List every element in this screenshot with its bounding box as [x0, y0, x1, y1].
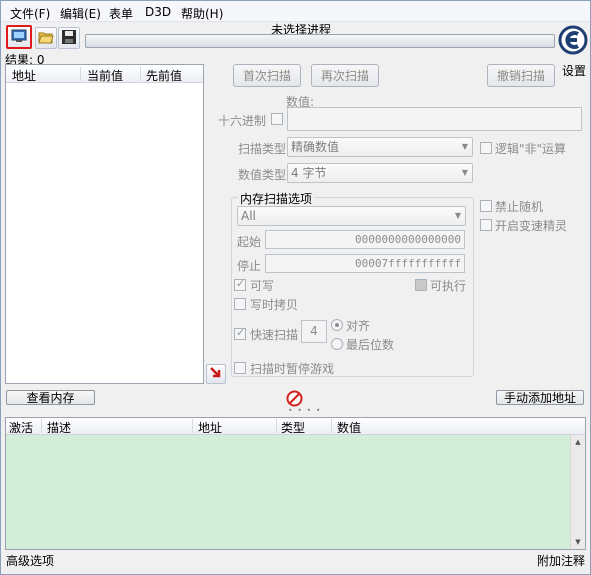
value-type-select[interactable]: 4 字节 ▼	[287, 163, 473, 183]
scan-value-input[interactable]	[287, 107, 582, 131]
settings-label[interactable]: 设置	[562, 62, 586, 79]
memory-region-value: All	[241, 209, 256, 223]
align-radio[interactable]	[331, 319, 343, 331]
next-scan-button[interactable]: 再次扫描	[311, 64, 379, 87]
memory-view-button[interactable]: 查看内存	[6, 390, 95, 405]
memory-scan-options-title: 内存扫描选项	[238, 190, 315, 207]
menu-file[interactable]: 文件(F)	[10, 5, 50, 22]
cheat-table[interactable]: 激活 描述 地址 类型 数值 ▲ ▼	[5, 417, 586, 550]
column-current-value[interactable]: 当前值	[87, 67, 123, 84]
menu-help[interactable]: 帮助(H)	[181, 5, 223, 22]
computer-icon	[11, 28, 27, 47]
not-logic-label: 逻辑"非"运算	[495, 142, 567, 156]
scroll-down-icon[interactable]: ▼	[571, 535, 585, 549]
save-button[interactable]	[58, 27, 80, 49]
floppy-disk-icon	[61, 29, 77, 48]
menu-table[interactable]: 表单	[109, 5, 133, 22]
menu-bar: 文件(F) 编辑(E) 表单 D3D 帮助(H)	[1, 1, 590, 22]
open-file-button[interactable]	[35, 27, 57, 49]
red-arrow-down-right-icon	[209, 366, 223, 383]
memory-region-select[interactable]: All ▼	[237, 206, 466, 226]
column-cheat-address[interactable]: 地址	[198, 419, 222, 436]
copy-on-write-checkbox[interactable]	[234, 298, 246, 310]
pause-game-label: 扫描时暂停游戏	[250, 362, 335, 376]
chevron-down-icon: ▼	[461, 168, 468, 177]
progress-bar	[85, 34, 555, 48]
advanced-options-link[interactable]: 高级选项	[6, 552, 54, 569]
executable-label: 可执行	[430, 279, 467, 293]
menu-d3d[interactable]: D3D	[145, 5, 171, 19]
disable-random-checkbox[interactable]	[480, 200, 492, 212]
scroll-up-icon[interactable]: ▲	[571, 435, 585, 449]
folder-open-icon	[38, 29, 54, 48]
align-label: 对齐	[346, 319, 371, 333]
speedhack-label: 开启变速精灵	[495, 219, 568, 233]
scan-type-value: 精确数值	[291, 140, 340, 154]
hex-checkbox[interactable]	[271, 113, 283, 125]
stop-address-label: 停止	[237, 259, 262, 273]
scan-type-label: 扫描类型	[238, 142, 287, 156]
table-extras-link[interactable]: 附加注释	[537, 552, 585, 569]
scan-type-select[interactable]: 精确数值 ▼	[287, 137, 473, 157]
column-value[interactable]: 数值	[337, 419, 361, 436]
not-logic-checkbox[interactable]	[480, 142, 492, 154]
cheat-table-header: 激活 描述 地址 类型 数值	[6, 418, 585, 435]
cheat-engine-logo[interactable]	[558, 25, 588, 55]
writable-label: 可写	[250, 279, 275, 293]
start-address-input[interactable]: 0000000000000000	[265, 230, 465, 249]
last-digits-radio[interactable]	[331, 338, 343, 350]
add-address-manually-button[interactable]: 手动添加地址	[496, 390, 584, 405]
value-type-label: 数值类型	[238, 168, 287, 182]
stop-address-input[interactable]: 00007fffffffffff	[265, 254, 465, 273]
value-type-value: 4 字节	[291, 166, 327, 180]
fast-scan-label: 快速扫描	[250, 328, 299, 342]
chevron-down-icon: ▼	[461, 142, 468, 151]
chevron-down-icon: ▼	[454, 211, 461, 220]
column-type[interactable]: 类型	[281, 419, 305, 436]
last-digits-label: 最后位数	[346, 338, 395, 352]
undo-scan-button[interactable]: 撤销扫描	[487, 64, 555, 87]
start-address-label: 起始	[237, 235, 262, 249]
executable-checkbox[interactable]	[415, 279, 427, 291]
add-to-list-button[interactable]	[206, 364, 226, 384]
fast-scan-checkbox[interactable]	[234, 326, 246, 340]
column-address[interactable]: 地址	[12, 67, 36, 84]
vertical-scrollbar[interactable]: ▲ ▼	[570, 435, 585, 549]
select-process-button[interactable]	[6, 25, 32, 49]
pause-game-checkbox[interactable]	[234, 362, 246, 374]
disable-random-label: 禁止随机	[495, 200, 544, 214]
splitter-grip[interactable]: • • • •	[288, 406, 322, 415]
writable-checkbox[interactable]	[234, 277, 246, 291]
speedhack-checkbox[interactable]	[480, 219, 492, 231]
first-scan-button[interactable]: 首次扫描	[233, 64, 301, 87]
fast-scan-alignment-input[interactable]: 4	[301, 320, 327, 343]
column-previous-value[interactable]: 先前值	[146, 67, 182, 84]
menu-edit[interactable]: 编辑(E)	[60, 5, 101, 22]
column-active[interactable]: 激活	[9, 419, 33, 436]
found-address-list[interactable]: 地址 当前值 先前值	[5, 64, 204, 384]
hex-label: 十六进制	[218, 114, 267, 128]
copy-on-write-label: 写时拷贝	[250, 298, 299, 312]
found-list-header: 地址 当前值 先前值	[6, 65, 203, 83]
column-description[interactable]: 描述	[47, 419, 71, 436]
